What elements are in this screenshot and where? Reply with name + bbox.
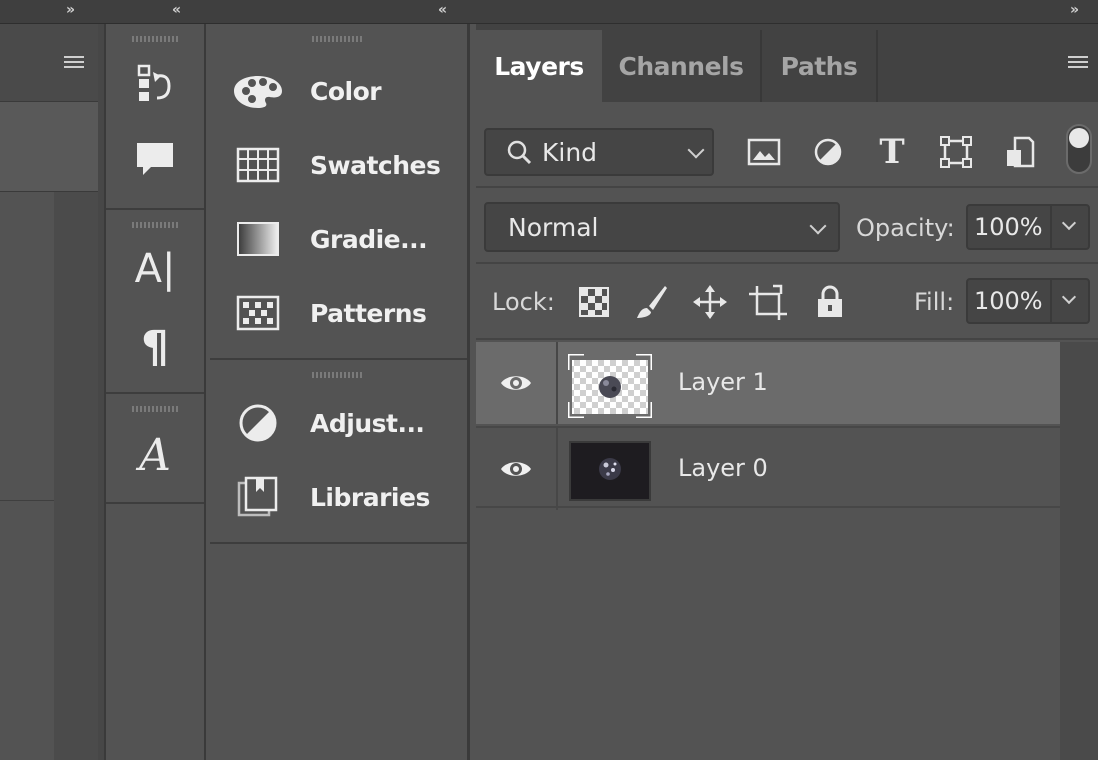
divider [106,208,204,210]
panel-item-patterns[interactable]: Patterns [230,288,460,338]
lock-all-icon[interactable] [810,282,850,322]
drag-handle[interactable] [132,36,180,42]
divider [476,262,1098,264]
swatches-icon [230,145,286,185]
divider [106,502,204,504]
tab-channels[interactable]: Channels [602,30,762,102]
blend-mode-value: Normal [508,212,599,242]
panel-item-label: Patterns [310,298,427,328]
layer-thumbnail[interactable] [568,440,652,501]
shape-layer-filter-icon[interactable] [936,132,976,172]
chevron-down-icon [809,217,827,235]
chevron-down-icon [687,141,705,159]
drag-handle[interactable] [132,406,180,412]
panel-item-gradients[interactable]: Gradie... [230,214,460,264]
drag-handle[interactable] [312,36,362,42]
layers-panel: Layers Channels Paths Kind T Normal Opac… [476,24,1098,760]
drag-handle[interactable] [132,222,180,228]
divider [106,392,204,394]
collapse-panels-button[interactable]: « [172,2,181,18]
panel-item-label: Libraries [310,482,430,512]
libraries-icon [230,476,286,517]
opacity-value: 100% [974,213,1043,241]
blend-mode-dropdown[interactable]: Normal [484,202,840,252]
adjustments-icon [230,403,286,443]
paragraph-icon[interactable]: ¶ [132,322,178,373]
panel-item-libraries[interactable]: Libraries [230,472,460,522]
divider [476,186,1098,188]
panel-item-label: Gradie... [310,224,428,254]
layer-name[interactable]: Layer 1 [678,368,768,396]
opacity-field[interactable]: 100% [966,204,1090,250]
lock-transparent-pixels-icon[interactable] [574,282,614,322]
lock-position-icon[interactable] [690,282,730,322]
fill-label: Fill: [914,288,955,316]
palette-icon [230,71,286,111]
divider [1050,206,1052,248]
type-layer-filter-icon[interactable]: T [872,132,912,172]
document-panel-header [0,24,98,102]
drag-handle[interactable] [312,372,362,378]
panel-item-adjustments[interactable]: Adjust... [230,398,460,448]
panel-item-label: Color [310,76,382,106]
chevron-down-icon [1061,289,1077,305]
collapse-panels-button-2[interactable]: « [438,2,447,18]
panel-tab-bar: Layers Channels Paths [476,24,1098,102]
divider [210,358,467,360]
panel-item-swatches[interactable]: Swatches [230,140,460,190]
panel-list: Color Swatches Gradie... Patterns Adjust… [210,24,470,760]
glyphs-icon[interactable]: A [132,430,178,481]
document-menu-icon[interactable] [64,56,84,70]
tab-layers[interactable]: Layers [476,30,602,102]
divider [556,342,558,424]
layer-name[interactable]: Layer 0 [678,454,768,482]
panel-menu-icon[interactable] [1068,56,1088,70]
adjustment-layer-filter-icon[interactable] [808,132,848,172]
lock-label: Lock: [492,288,555,316]
chevron-down-icon [1061,215,1077,231]
fill-field[interactable]: 100% [966,278,1090,324]
divider [476,338,1098,340]
expand-panels-left-button[interactable]: » [66,2,75,18]
opacity-label: Opacity: [856,214,955,242]
patterns-icon [230,293,286,333]
divider [0,500,54,501]
tab-paths[interactable]: Paths [762,30,878,102]
icon-panel-strip: A| ¶ A [104,24,206,760]
pixel-layer-filter-icon[interactable] [744,132,784,172]
filter-toggle-switch[interactable] [1066,124,1092,174]
lock-image-pixels-icon[interactable] [632,282,672,322]
document-scroll-strip[interactable] [54,192,98,760]
comment-icon[interactable] [132,136,178,182]
visibility-eye-icon[interactable] [496,454,536,484]
toggle-knob [1069,128,1089,148]
panel-item-label: Swatches [310,150,441,180]
divider [1050,280,1052,322]
divider [556,428,558,510]
lock-artboard-icon[interactable] [748,282,788,322]
panel-item-color[interactable]: Color [230,66,460,116]
panel-dock-header: » « « » [0,0,1098,24]
document-area [0,102,98,192]
layer-row-layer-1[interactable]: Layer 1 [476,342,1060,424]
panel-item-label: Adjust... [310,408,425,438]
divider [210,542,467,544]
gradient-icon [230,219,286,259]
filter-kind-label: Kind [542,137,598,167]
character-icon[interactable]: A| [132,246,178,292]
history-icon[interactable] [132,62,178,108]
search-icon [506,139,532,165]
filter-kind-dropdown[interactable]: Kind [484,128,714,176]
smart-object-filter-icon[interactable] [1000,132,1040,172]
layers-scrollbar[interactable] [1060,342,1098,760]
visibility-eye-icon[interactable] [496,368,536,398]
fill-value: 100% [974,287,1043,315]
layer-row-layer-0[interactable]: Layer 0 [476,426,1060,510]
expand-panels-right-button[interactable]: » [1070,2,1079,18]
layer-thumbnail[interactable] [566,352,654,420]
